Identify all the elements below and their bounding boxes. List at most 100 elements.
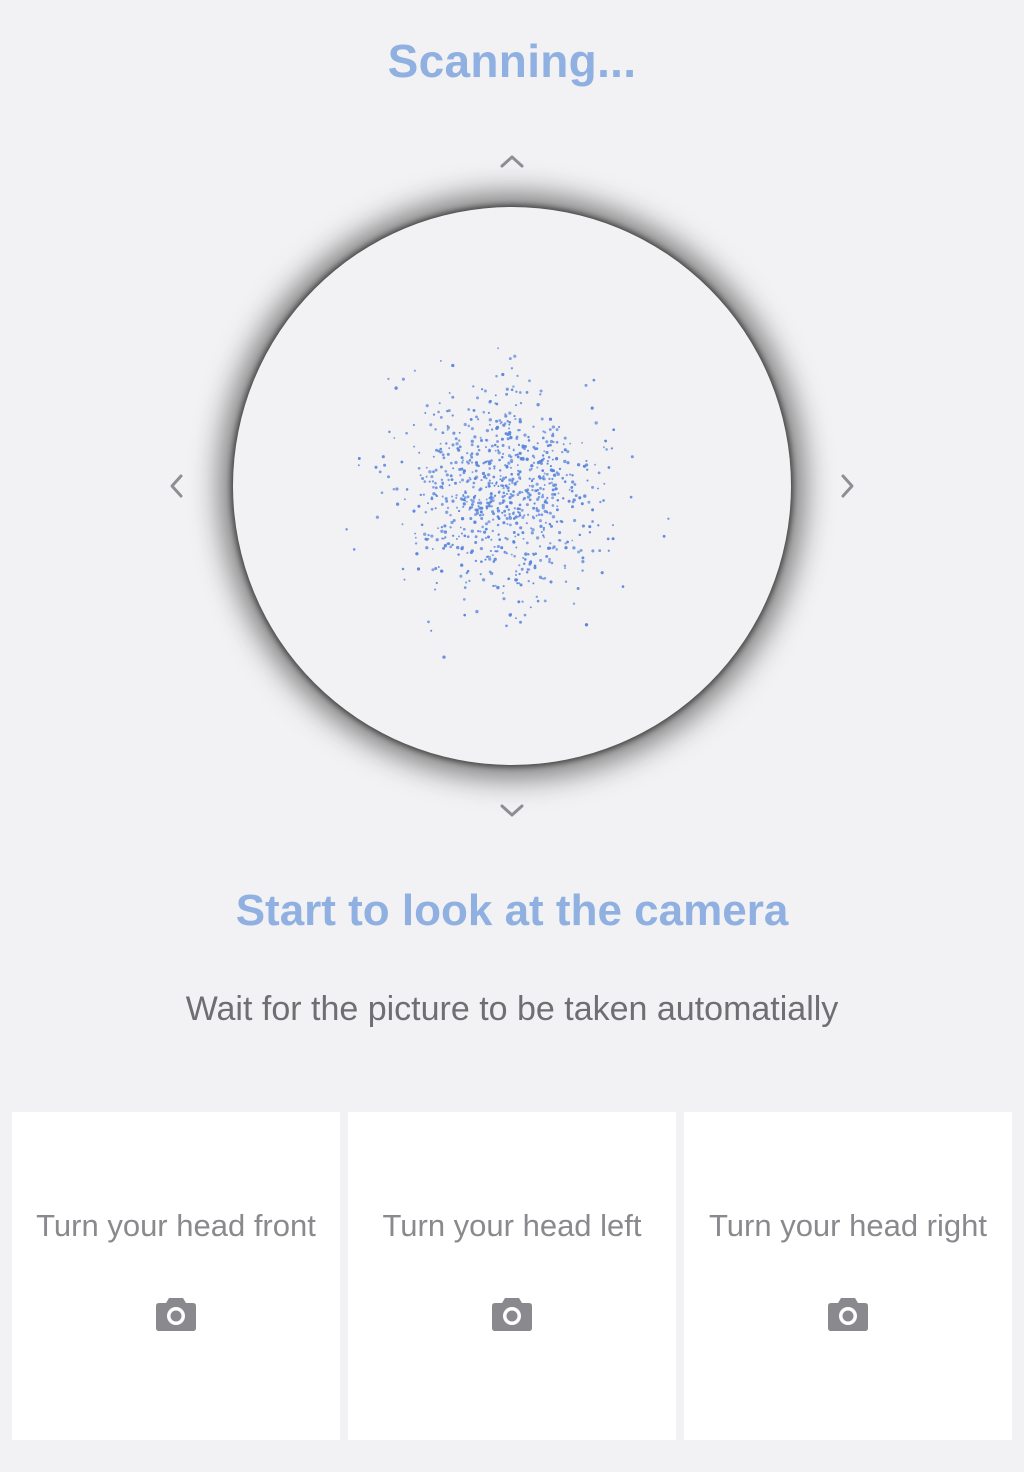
scan-point (505, 624, 508, 628)
scan-point (553, 483, 558, 487)
scan-point (629, 495, 633, 499)
scan-point (472, 408, 476, 412)
scan-point (563, 564, 567, 568)
scan-point (493, 545, 496, 548)
scan-point (485, 556, 488, 558)
scan-point (460, 517, 465, 521)
scan-point (492, 518, 495, 521)
scan-point (498, 538, 501, 541)
scan-point (431, 548, 434, 550)
scan-point (403, 578, 406, 581)
scan-point (541, 454, 545, 457)
scan-point (497, 491, 501, 494)
scan-point (548, 477, 551, 481)
scan-point (459, 497, 463, 501)
scan-point (441, 495, 444, 498)
scan-point (527, 435, 530, 439)
scan-point (495, 426, 499, 430)
scan-point (476, 445, 480, 448)
scan-point (439, 415, 443, 419)
scan-point (431, 480, 435, 483)
scan-point (498, 501, 502, 505)
capture-card-left[interactable]: Turn your head left (348, 1112, 676, 1440)
scan-point (536, 460, 541, 465)
scan-point (451, 499, 455, 503)
scan-point (413, 369, 416, 372)
scan-point (429, 423, 433, 427)
capture-card-right[interactable]: Turn your head right (684, 1112, 1012, 1440)
scan-point (543, 500, 547, 504)
scan-point (530, 464, 534, 468)
scan-point (508, 430, 512, 435)
scan-point (602, 446, 605, 449)
scan-point (480, 439, 483, 442)
capture-card-label: Turn your head front (36, 1208, 316, 1243)
scan-point (490, 459, 493, 462)
scan-point (597, 471, 601, 475)
scan-point (488, 557, 492, 561)
scan-point (536, 509, 540, 513)
scan-point (499, 475, 502, 477)
scan-point (439, 465, 443, 469)
scan-point (468, 459, 472, 462)
scan-point (545, 440, 549, 444)
scan-point (419, 493, 422, 497)
scan-point (522, 562, 526, 565)
scan-point (515, 546, 518, 549)
scan-point (465, 500, 468, 503)
scan-point (454, 481, 457, 485)
scan-point (483, 530, 487, 534)
scan-point (517, 600, 521, 604)
scan-point (417, 466, 421, 470)
scan-point (485, 486, 488, 489)
scan-point (387, 475, 390, 479)
scan-point (564, 546, 568, 550)
scan-point (488, 448, 491, 451)
scan-point (451, 534, 455, 538)
scan-point (415, 552, 419, 556)
scan-point (451, 443, 455, 447)
scan-point (540, 530, 543, 534)
scan-point (441, 453, 445, 457)
scan-point (544, 521, 547, 524)
scan-point (510, 388, 514, 392)
scan-point (581, 569, 584, 572)
scan-point (513, 554, 516, 558)
scan-point (449, 461, 453, 465)
face-point-cloud (345, 347, 670, 659)
scan-point (405, 488, 409, 491)
capture-card-front[interactable]: Turn your head front (12, 1112, 340, 1440)
scan-point (491, 529, 494, 533)
scan-point (550, 481, 553, 484)
scan-point (422, 493, 425, 496)
scan-point (470, 506, 474, 509)
scan-point (536, 466, 539, 469)
scan-point (539, 524, 543, 529)
scan-point (442, 456, 446, 460)
scan-point (498, 458, 501, 462)
scan-point (510, 367, 514, 370)
scan-point (440, 529, 444, 533)
scan-point (488, 400, 492, 404)
scan-point (492, 496, 495, 499)
scan-point (462, 495, 465, 498)
scan-point (539, 389, 543, 393)
scan-point (538, 519, 542, 523)
scan-point (412, 509, 416, 513)
scan-point (496, 507, 499, 510)
scan-point (532, 582, 535, 585)
scan-point (487, 411, 490, 414)
scan-point (532, 425, 535, 428)
scan-point (507, 508, 511, 512)
scan-point (424, 510, 428, 514)
scan-point (435, 494, 438, 498)
scan-point (488, 505, 491, 508)
scan-point (516, 455, 520, 459)
scan-point (561, 497, 565, 500)
scan-point (485, 446, 487, 449)
scan-point (542, 478, 545, 481)
capture-card-label: Turn your head right (708, 1208, 987, 1243)
scan-point (566, 450, 570, 454)
scan-point (439, 450, 443, 454)
scan-point (496, 515, 500, 518)
